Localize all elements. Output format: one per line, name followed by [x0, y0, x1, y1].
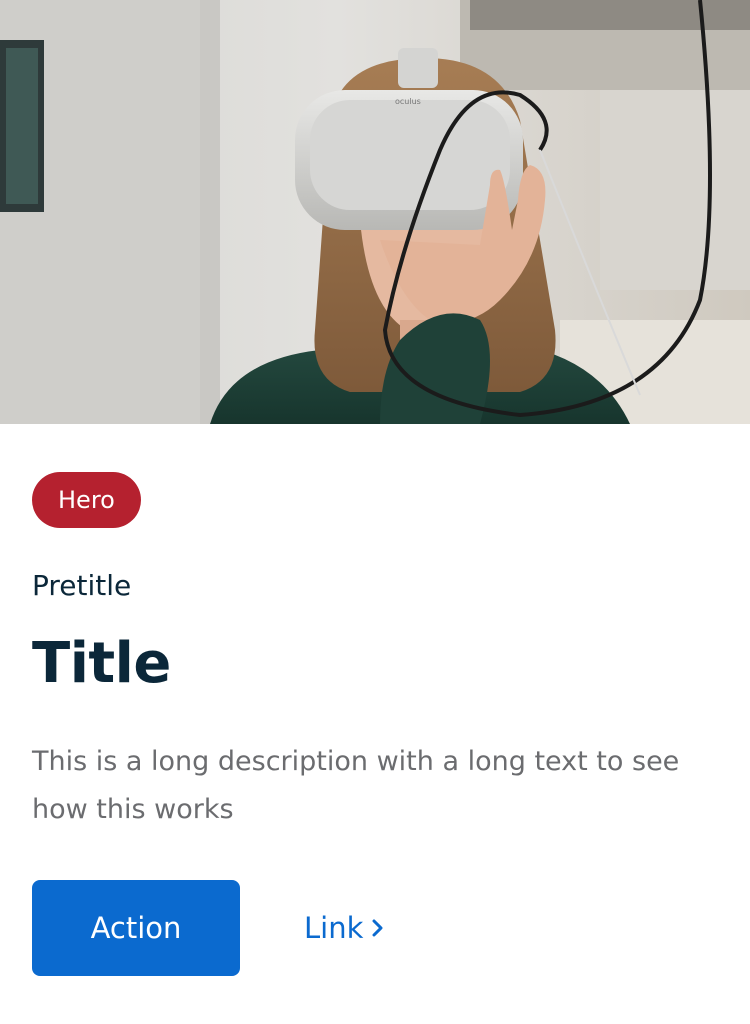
card-description: This is a long description with a long t… — [32, 746, 680, 825]
hero-image: oculus — [0, 0, 750, 424]
card-content: Hero Pretitle Title This is a long descr… — [32, 472, 718, 976]
hero-card: oculus Hero Pretitle Title This is a lon… — [0, 0, 750, 1024]
hero-tag: Hero — [32, 472, 141, 528]
chevron-right-icon — [372, 919, 383, 937]
svg-text:oculus: oculus — [395, 97, 421, 106]
card-title: Title — [32, 631, 171, 696]
link-label: Link — [304, 911, 364, 945]
action-button[interactable]: Action — [32, 880, 240, 976]
vr-photo: oculus — [0, 0, 750, 424]
pretitle: Pretitle — [32, 569, 132, 602]
card-actions: Action Link — [32, 880, 385, 976]
link[interactable]: Link — [304, 911, 385, 945]
